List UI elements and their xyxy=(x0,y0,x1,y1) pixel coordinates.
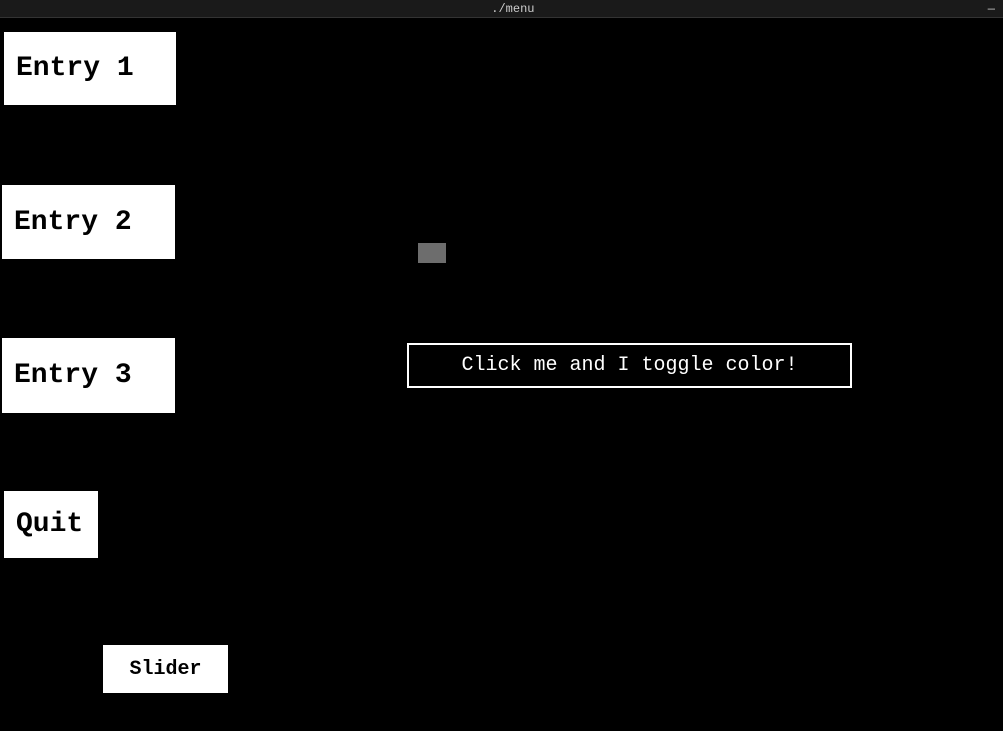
title-bar: ./menu — xyxy=(0,0,1003,18)
window-title: ./menu xyxy=(38,2,988,16)
slider-button[interactable]: Slider xyxy=(103,645,228,693)
main-content: Entry 1 Entry 2 Entry 3 Click me and I t… xyxy=(0,18,1003,731)
cursor-indicator xyxy=(418,243,446,263)
entry1-button[interactable]: Entry 1 xyxy=(4,32,176,105)
entry3-button[interactable]: Entry 3 xyxy=(2,338,175,413)
entry2-button[interactable]: Entry 2 xyxy=(2,185,175,259)
toggle-color-button[interactable]: Click me and I toggle color! xyxy=(407,343,852,388)
quit-button[interactable]: Quit xyxy=(4,491,98,558)
close-button[interactable]: — xyxy=(988,2,995,16)
